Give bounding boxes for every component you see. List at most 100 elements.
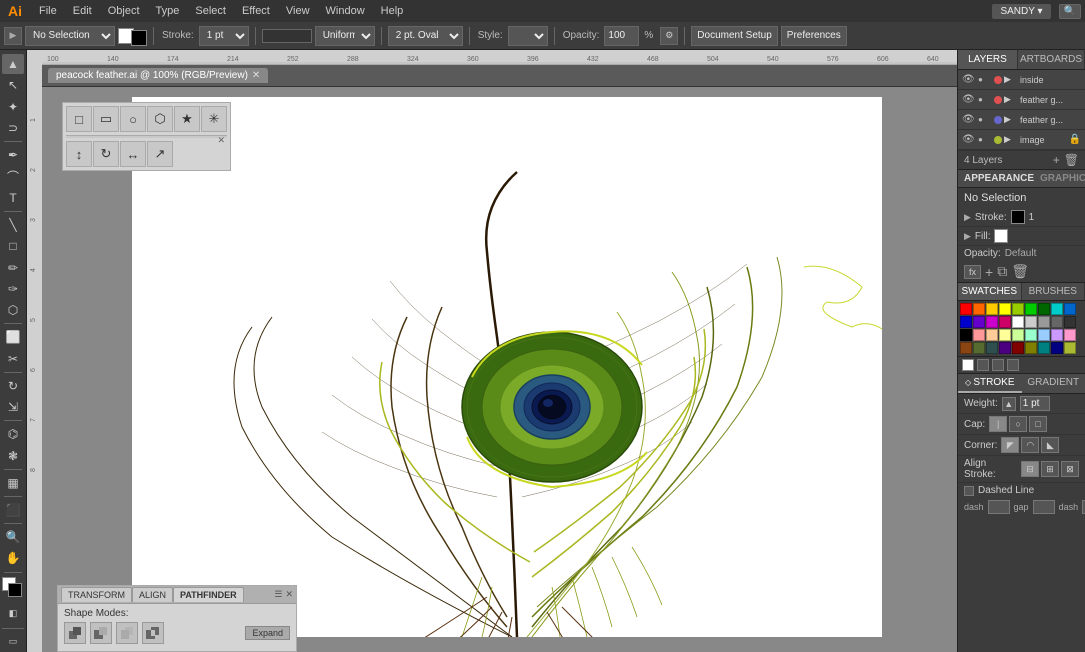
pen-tool[interactable]: ✒ [2,145,24,165]
swatch-dark-teal[interactable] [1038,342,1050,354]
swatch-sky-blue[interactable] [1038,329,1050,341]
shape-tool[interactable]: □ [2,236,24,256]
opacity-input[interactable] [604,26,639,46]
swatch-mid-gray[interactable] [1038,316,1050,328]
menu-file[interactable]: File [32,3,64,19]
gradient-panel-tab[interactable]: GRADIENT [1022,374,1085,393]
stroke-swatch[interactable] [131,30,147,46]
swatch-white[interactable] [1012,316,1024,328]
lasso-tool[interactable]: ⊃ [2,118,24,138]
intersect-btn[interactable] [116,622,138,644]
layer-inside[interactable]: 👁 ● ▶ inside [958,70,1085,90]
swatch-light-green[interactable] [1012,329,1024,341]
swatch-red[interactable] [960,303,972,315]
doc-tab-close[interactable]: ✕ [252,70,260,81]
opacity-options-btn[interactable]: ⚙ [660,27,678,45]
swatch-options-btn[interactable] [977,359,989,371]
stroke-expand-icon[interactable]: ▶ [964,212,971,223]
swatch-dark-blue[interactable] [960,316,972,328]
swatch-maroon[interactable] [1012,342,1024,354]
line-tool[interactable]: ╲ [2,215,24,235]
layer-feather2[interactable]: 👁 ● ▶ feather g... [958,110,1085,130]
artboard-tool[interactable]: ⬛ [2,500,24,520]
layer-image[interactable]: 👁 ● ▶ image 🔒 [958,130,1085,150]
menu-select[interactable]: Select [188,3,233,19]
swatch-light-gray[interactable] [1025,316,1037,328]
brushes-tab[interactable]: BRUSHES [1022,283,1085,300]
bevel-join-btn[interactable]: ◣ [1041,437,1059,453]
star-tool-btn[interactable]: ★ [174,106,200,132]
layer-target-icon[interactable]: ● [978,135,992,144]
menu-window[interactable]: Window [319,3,372,19]
blend-tool[interactable]: ⌬ [2,424,24,444]
layer-eye-icon[interactable]: 👁 [962,94,976,105]
line-style-preview[interactable] [262,29,312,43]
shape-panel-close[interactable]: ✕ [217,135,225,146]
expand-button[interactable]: Expand [245,626,290,640]
pencil-tool[interactable]: ✑ [2,279,24,299]
swatch-dark-gray[interactable] [1051,316,1063,328]
document-tab[interactable]: peacock feather.ai @ 100% (RGB/Preview) … [48,68,268,83]
fill-stroke-widget[interactable] [2,577,24,597]
round-cap-btn[interactable]: ○ [1009,416,1027,432]
weight-up-btn[interactable]: ▲ [1002,397,1016,411]
gradient-btn[interactable]: ◧ [2,603,24,625]
layer-lock-icon[interactable]: 🔒 [1069,134,1081,145]
style-select[interactable] [508,26,548,46]
mode-icon[interactable]: ▶ [4,27,22,45]
menu-type[interactable]: Type [149,3,187,19]
rect-tool-btn[interactable]: □ [66,106,92,132]
add-appearance-btn[interactable]: + [985,264,993,280]
swatch-mint[interactable] [1025,329,1037,341]
shaper-tool[interactable]: ⬡ [2,300,24,320]
add-effect-btn[interactable]: fx [964,265,981,279]
transform-tab[interactable]: TRANSFORM [61,587,132,602]
scale-tool[interactable]: ⇲ [2,397,24,417]
layer-target-icon[interactable]: ● [978,95,992,104]
delete-appearance-btn[interactable]: 🗑 [1011,263,1029,280]
panel-menu-icon[interactable]: ☰ [271,589,285,600]
rounded-rect-btn[interactable]: ▭ [93,106,119,132]
center-align-btn[interactable]: ⊟ [1021,461,1039,477]
swatch-light-red[interactable] [973,329,985,341]
transform-rotate-btn[interactable]: ↻ [93,141,119,167]
preferences-button[interactable]: Preferences [781,26,847,46]
hand-tool[interactable]: ✋ [2,548,24,568]
magic-wand-tool[interactable]: ✦ [2,97,24,117]
butt-cap-btn[interactable]: | [989,416,1007,432]
brush-select[interactable]: 2 pt. Oval [388,26,463,46]
uniform-select[interactable]: Uniform [315,26,375,46]
inside-align-btn[interactable]: ⊞ [1041,461,1059,477]
weight-input[interactable] [1020,396,1050,411]
swatch-delete-btn[interactable] [1007,359,1019,371]
swatch-dark-green[interactable] [1038,303,1050,315]
menu-effect[interactable]: Effect [235,3,277,19]
swatch-magenta[interactable] [986,316,998,328]
layer-eye-icon[interactable]: 👁 [962,74,976,85]
layer-target-icon[interactable]: ● [978,75,992,84]
search-box[interactable]: 🔍 [1059,4,1081,19]
exclude-btn[interactable] [142,622,164,644]
swatch-orange[interactable] [973,303,985,315]
dash-input-1[interactable] [988,500,1010,514]
pathfinder-tab[interactable]: PATHFINDER [173,587,244,602]
column-graph-tool[interactable]: ▦ [2,473,24,493]
swatch-cyan[interactable] [1051,303,1063,315]
minus-front-btn[interactable] [90,622,112,644]
swatches-tab[interactable]: SWATCHES [958,283,1022,300]
layer-eye-icon[interactable]: 👁 [962,114,976,125]
swatch-navy[interactable] [1051,342,1063,354]
transform-arrow2-btn[interactable]: ↗ [147,141,173,167]
layer-target-icon[interactable]: ● [978,115,992,124]
panel-close-icon[interactable]: ✕ [285,589,293,600]
dashed-checkbox[interactable] [964,486,974,496]
swatch-peach[interactable] [986,329,998,341]
rotate-tool[interactable]: ↻ [2,376,24,396]
transform-flip-btn[interactable]: ↔ [120,141,146,167]
duplicate-appearance-btn[interactable]: ⧉ [997,263,1007,280]
selection-tool[interactable]: ▲ [2,54,24,74]
type-tool[interactable]: T [2,188,24,208]
layers-tab[interactable]: LAYERS [958,50,1018,69]
layer-feather1[interactable]: 👁 ● ▶ feather g... [958,90,1085,110]
selection-mode-select[interactable]: No Selection [25,26,115,46]
